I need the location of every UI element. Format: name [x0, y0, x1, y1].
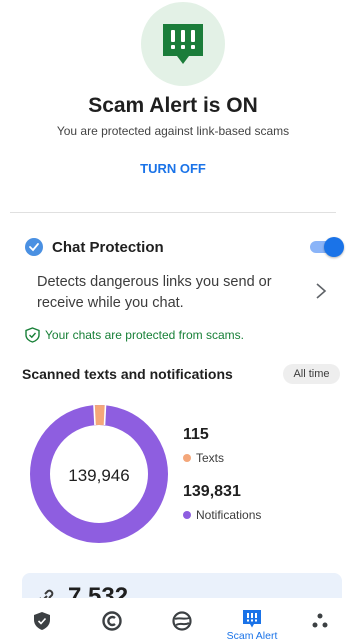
chat-protection-row: Chat Protection: [0, 230, 346, 264]
alert-message-icon: [163, 24, 203, 64]
chat-bubble-icon: [25, 238, 43, 256]
notifications-count: 139,831: [183, 483, 241, 500]
chat-protection-toggle[interactable]: [310, 237, 344, 257]
chat-protection-title: Chat Protection: [52, 239, 164, 256]
nav-item-scam-alert-label: Scam Alert: [226, 630, 278, 641]
shield-icon: [34, 612, 50, 630]
texts-legend-label: Texts: [196, 451, 225, 465]
toggle-thumb: [324, 237, 344, 257]
section-divider: [10, 212, 336, 213]
page-title: Scam Alert is ON: [88, 94, 258, 117]
cleaner-icon: [102, 611, 122, 631]
notifications-legend-label: Notifications: [196, 508, 262, 522]
nav-item-more[interactable]: [290, 598, 346, 641]
nav-item-protection[interactable]: [12, 598, 72, 641]
turn-off-button[interactable]: TURN OFF: [133, 158, 213, 180]
chat-protection-details[interactable]: Detects dangerous links you send or rece…: [0, 270, 346, 314]
more-dots-icon: [312, 613, 328, 628]
chevron-right-icon: [316, 283, 327, 299]
protection-status: Your chats are protected from scams.: [0, 326, 346, 344]
nav-item-scam-alert[interactable]: Scam Alert: [222, 598, 282, 641]
texts-count: 115: [183, 426, 209, 443]
scam-alert-icon: [243, 610, 261, 628]
scam-alert-hero: Scam Alert is ON You are protected again…: [0, 0, 346, 210]
time-range-filter[interactable]: All time: [283, 364, 340, 384]
ball-icon: [172, 611, 192, 631]
nav-item-ball[interactable]: [152, 598, 212, 641]
texts-legend-dot: [183, 454, 191, 462]
bottom-navigation: Scam Alert: [0, 598, 346, 641]
protection-status-text: Your chats are protected from scams.: [45, 328, 244, 342]
nav-item-cleaner[interactable]: [82, 598, 142, 641]
shield-check-icon: [25, 327, 40, 343]
notifications-legend-dot: [183, 511, 191, 519]
donut-total-value: 139,946: [68, 466, 130, 485]
texts-legend: Texts: [183, 451, 224, 465]
scanned-section-title: Scanned texts and notifications: [22, 366, 233, 382]
notifications-legend: Notifications: [183, 508, 261, 522]
page-subtitle: You are protected against link-based sca…: [56, 124, 290, 138]
chat-protection-description: Detects dangerous links you send or rece…: [37, 274, 272, 311]
